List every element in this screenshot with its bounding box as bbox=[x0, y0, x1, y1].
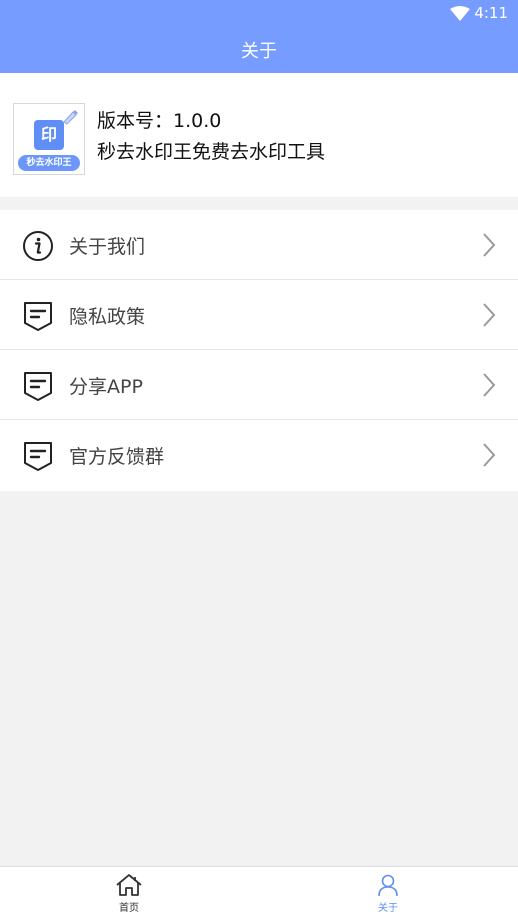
menu-item-privacy-policy[interactable]: 隐私政策 bbox=[0, 280, 518, 350]
menu-label: 分享APP bbox=[69, 376, 143, 398]
pencil-icon bbox=[63, 110, 78, 125]
app-logo: 印 秒去水印王 bbox=[13, 103, 85, 175]
chevron-right-icon bbox=[483, 373, 496, 397]
menu-item-about-us[interactable]: 关于我们 bbox=[0, 210, 518, 280]
home-icon bbox=[116, 874, 142, 896]
logo-glyph: 印 bbox=[40, 125, 57, 144]
page-title: 关于 bbox=[241, 41, 277, 62]
info-icon bbox=[23, 231, 53, 261]
chevron-right-icon bbox=[483, 233, 496, 257]
chevron-right-icon bbox=[483, 303, 496, 327]
app-header: 4:11 关于 bbox=[0, 0, 518, 73]
status-time: 4:11 bbox=[474, 4, 508, 22]
menu-item-share-app[interactable]: 分享APP bbox=[0, 350, 518, 420]
user-icon bbox=[378, 874, 398, 897]
logo-banner: 秒去水印王 bbox=[18, 155, 80, 171]
nav-home[interactable]: 首页 bbox=[89, 873, 169, 914]
nav-label: 首页 bbox=[119, 903, 139, 914]
version-text: 版本号：1.0.0 bbox=[97, 110, 222, 132]
menu-item-feedback-group[interactable]: 官方反馈群 bbox=[0, 420, 518, 491]
nav-label: 关于 bbox=[378, 903, 398, 914]
wifi-icon bbox=[450, 6, 470, 21]
message-icon bbox=[24, 372, 52, 401]
menu-label: 隐私政策 bbox=[69, 306, 146, 328]
bottom-nav: 首页 关于 bbox=[0, 866, 518, 920]
app-info-card: 印 秒去水印王 版本号：1.0.0 秒去水印王免费去水印工具 bbox=[0, 73, 518, 197]
chevron-right-icon bbox=[483, 443, 496, 467]
nav-about[interactable]: 关于 bbox=[348, 873, 428, 914]
menu-list: 关于我们 隐私政策 分享APP 官方反馈群 bbox=[0, 210, 518, 491]
message-icon bbox=[24, 442, 52, 471]
app-slogan: 秒去水印王免费去水印工具 bbox=[97, 141, 326, 163]
menu-label: 官方反馈群 bbox=[69, 446, 165, 468]
message-icon bbox=[24, 302, 52, 331]
logo-box: 印 bbox=[34, 120, 64, 150]
menu-label: 关于我们 bbox=[69, 236, 146, 258]
